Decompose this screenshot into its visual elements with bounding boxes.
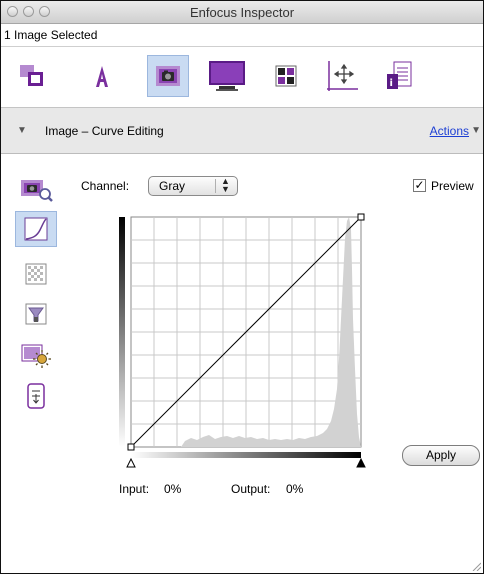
preview-checkbox[interactable]: ✓ (413, 179, 426, 192)
color-swatch-icon (275, 65, 297, 87)
color-swatch-button[interactable] (265, 55, 307, 97)
object-tool-button[interactable] (11, 55, 53, 97)
section-header: ▼ Image – Curve Editing Actions ▼ (1, 108, 483, 154)
document-info-icon: i (387, 61, 412, 89)
inspector-window: Enfocus Inspector 1 Image Selected i ▼ I… (0, 0, 484, 574)
output-gradient-bar (119, 217, 125, 447)
black-point-slider-icon[interactable] (126, 457, 136, 468)
image-tool-button[interactable] (147, 55, 189, 97)
sidebar-item-image-magnify[interactable] (15, 172, 57, 208)
curve-point-start[interactable] (127, 443, 135, 451)
section-title: Image – Curve Editing (45, 124, 164, 138)
window-title: Enfocus Inspector (189, 5, 295, 20)
curve-icon (24, 217, 48, 241)
position-button[interactable] (321, 55, 363, 97)
curve-editor[interactable] (111, 209, 381, 469)
sidebar-item-brightness[interactable] (15, 338, 57, 374)
sidebar-item-curve[interactable] (15, 211, 57, 247)
tool-sidebar (1, 154, 73, 573)
svg-text:i: i (390, 78, 393, 89)
sidebar-item-levels[interactable] (15, 378, 57, 414)
channel-label: Channel: (81, 179, 130, 193)
levels-icon (27, 383, 45, 409)
channel-value: Gray (159, 179, 186, 193)
output-value: 0% (286, 482, 304, 496)
pattern-icon (25, 263, 47, 285)
curve-point-end[interactable] (357, 213, 365, 221)
popup-arrows-icon: ▲ ▼ (221, 176, 230, 194)
output-label: Output: (231, 482, 271, 496)
disclosure-triangle-icon[interactable]: ▼ (17, 125, 27, 136)
sidebar-item-pattern[interactable] (15, 256, 57, 292)
input-gradient-bar (131, 452, 361, 458)
text-tool-icon (96, 66, 108, 87)
category-toolbar: i (1, 47, 483, 108)
text-tool-button[interactable] (81, 55, 123, 97)
position-icon (327, 61, 358, 91)
selection-status-bar: 1 Image Selected (1, 24, 483, 47)
white-point-slider-icon[interactable] (356, 457, 366, 468)
brightness-icon (21, 344, 51, 368)
actions-menu-arrow-icon[interactable]: ▼ (471, 125, 481, 136)
popup-separator (215, 179, 216, 193)
input-value: 0% (164, 482, 182, 496)
sidebar-item-filter[interactable] (15, 296, 57, 332)
check-mark-icon: ✓ (414, 178, 425, 192)
channel-popup[interactable]: Gray ▲ ▼ (148, 176, 238, 196)
document-info-button[interactable]: i (378, 55, 420, 97)
object-tool-icon (20, 65, 43, 86)
filter-icon (25, 303, 47, 325)
resize-grip-icon[interactable] (471, 561, 481, 571)
apply-button[interactable]: Apply (402, 445, 480, 466)
selection-status: 1 Image Selected (4, 28, 98, 42)
image-tool-icon (156, 66, 180, 86)
title-bar: Enfocus Inspector (1, 1, 483, 24)
monitor-icon (209, 61, 245, 91)
monitor-button[interactable] (206, 55, 248, 97)
actions-menu-link[interactable]: Actions (430, 124, 469, 138)
input-label: Input: (119, 482, 150, 496)
content-area: Channel: Gray ▲ ▼ ✓ Preview Input: 0% Ou… (1, 154, 483, 573)
image-magnify-icon (21, 180, 53, 202)
preview-label: Preview (431, 179, 474, 193)
